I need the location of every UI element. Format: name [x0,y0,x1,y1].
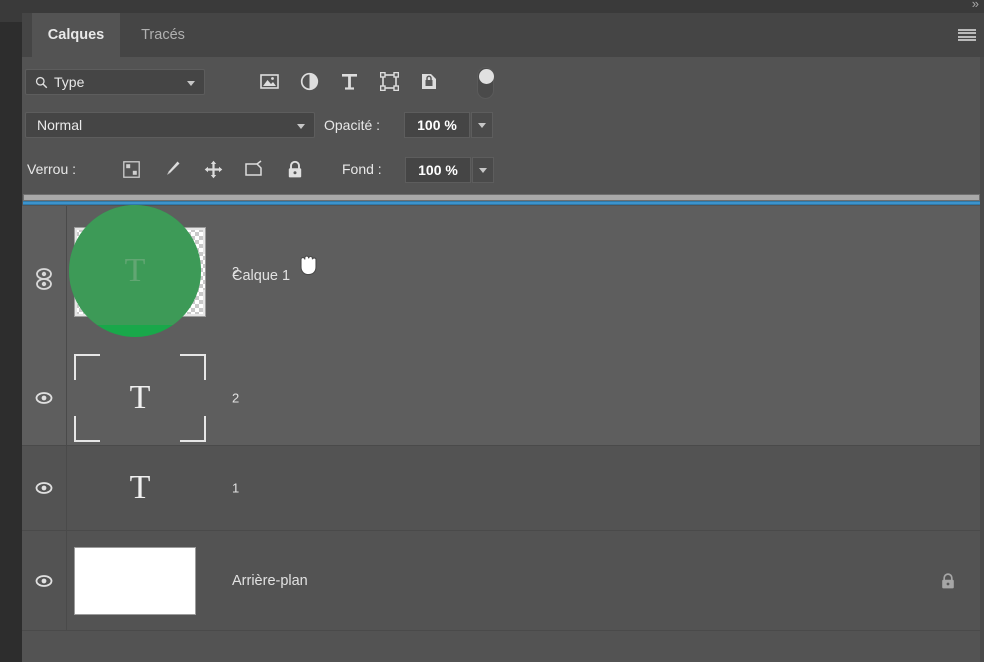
thumb-corner-br [180,416,206,442]
right-edge-gutter [980,57,984,662]
fill-dropdown-button[interactable] [472,157,494,183]
chevron-down-icon [297,124,305,129]
type-layer-glyph: T [129,253,151,290]
thumb-corner-br [179,290,205,316]
tab-traces[interactable]: Tracés [120,13,206,57]
filter-type-select[interactable]: Type [25,69,205,95]
blend-mode-select[interactable]: Normal [25,112,315,138]
layer-visibility-toggle[interactable] [22,206,67,351]
layer-thumbnail-type-brackets: T [74,354,206,442]
layer-visibility-toggle[interactable] [22,446,67,530]
tab-calques-label: Calques [47,27,105,43]
eye-visible-icon [36,267,52,290]
list-item-label: 1 [232,480,240,496]
shape-layers-filter-icon[interactable] [378,69,400,93]
lock-artboard-nesting-icon[interactable] [243,157,265,181]
drop-indicator-line [23,201,980,205]
eye-visible-icon [35,482,53,494]
chevron-down-icon [187,81,195,86]
toggle-knob [479,69,494,84]
eye-visible-icon [35,392,53,404]
list-item-label: Arrière-plan [232,572,308,589]
lock-transparent-pixels-icon[interactable] [120,157,142,181]
layer-visibility-toggle[interactable] [22,531,67,630]
grabbing-hand-cursor [296,250,322,278]
filter-enable-toggle[interactable] [477,67,494,99]
blend-mode-value: Normal [37,117,83,133]
search-icon [35,76,48,89]
layer-thumbnail[interactable]: T [74,206,206,338]
photoshop-layers-panel: » Calques Tracés Type Normal Opacité: 1… [0,0,984,662]
lock-icon-group [120,157,306,181]
thumb-corner-tr [180,354,206,380]
collapse-panel-chevrons-icon[interactable]: » [972,0,979,10]
opacity-input[interactable]: 100 % [404,112,470,138]
drop-indicator-line-inner [23,202,980,204]
chevron-down-icon [478,123,486,128]
panel-menu-icon[interactable] [958,29,976,41]
panel-tab-bar: Calques Tracés [22,13,984,57]
layer-visibility-toggle[interactable] [22,351,67,445]
type-layer-glyph: T [129,379,151,416]
filter-type-label: Type [54,74,85,90]
adjustment-layers-filter-icon[interactable] [298,69,320,93]
thumb-corner-tr [179,228,205,254]
lock-row: Verrou : Fond: 100 % [22,148,984,194]
layer-thumbnail[interactable]: T [74,446,206,530]
tab-traces-label: Tracés [141,27,185,43]
eye-visible-icon [35,574,53,587]
type-layers-filter-icon[interactable] [338,69,360,93]
lock-all-icon[interactable] [284,157,306,181]
filter-icon-group [258,69,440,93]
layer-thumbnail-solid-white [74,546,196,615]
fill-label: Fond : [342,161,382,177]
table-row[interactable]: T 1 [22,446,984,531]
thumb-corner-tl [74,354,100,380]
thumb-corner-bl [74,416,100,442]
lock-label: Verrou : [27,161,77,177]
fill-input[interactable]: 100 % [405,157,471,183]
padlock-icon [940,572,956,590]
panel-top-strip: » [22,0,984,13]
opacity-label: Opacité : [324,117,381,133]
drop-indicator-zone [22,194,984,206]
lock-position-icon[interactable] [202,157,224,181]
layers-panel-body: Type Normal Opacité: 100 % Verrou: Fon… [22,57,984,662]
chevron-down-icon [479,168,487,173]
table-row[interactable]: T 2 [22,351,980,446]
list-item-label: Calque 1 [232,268,291,284]
table-row[interactable]: T 2 Calque 1 [22,206,980,351]
drop-indicator-bar [23,194,980,201]
list-item-label: 2 [232,390,240,406]
thumb-corner-bl [75,290,101,316]
layer-thumbnail[interactable]: T [74,351,206,445]
opacity-dropdown-button[interactable] [471,112,493,138]
layer-thumbnail-type-transparent: T [74,227,206,317]
left-gutter-top-block [0,0,22,22]
layer-thumbnail[interactable] [74,531,196,630]
layer-filter-row: Type [22,57,984,103]
layer-list: T 2 Calque 1 T 2 T 1 Arrière-plan [22,206,984,631]
blend-mode-row: Normal Opacité : 100 % [22,103,984,148]
layer-thumbnail-type-plain: T [74,448,206,528]
type-layer-glyph: T [129,469,151,506]
tab-calques[interactable]: Calques [32,13,120,57]
smart-object-filter-icon[interactable] [418,69,440,93]
table-row[interactable]: Arrière-plan [22,531,984,631]
thumb-corner-tl [75,228,101,254]
lock-image-pixels-icon[interactable] [161,157,183,181]
left-dock-gutter [0,0,22,662]
pixel-layers-filter-icon[interactable] [258,69,280,93]
